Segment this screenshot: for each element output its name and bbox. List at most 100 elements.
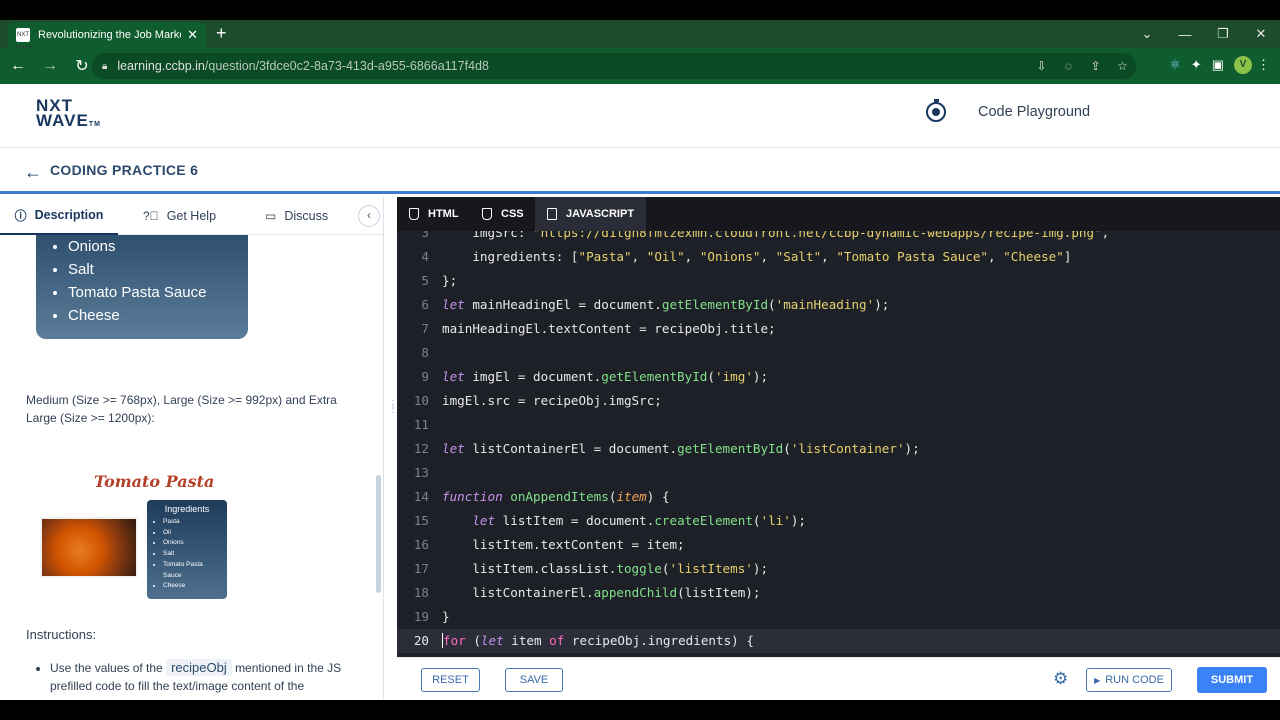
tab-discuss[interactable]: ▭ Discuss [265,197,328,235]
tab-html-label: HTML [428,208,459,220]
pasta-image [40,517,138,578]
bottom-letterbox [0,700,1280,720]
collapse-panel-button[interactable]: ‹ [358,205,380,227]
code-line: 6 let mainHeadingEl = document.getElement… [421,297,890,312]
code-line: 16 listItem.textContent = item; [413,537,685,552]
browser-tab-title: Revolutionizing the Job Market | [38,29,182,41]
play-icon: ▶ [1094,675,1101,685]
browser-tab[interactable]: NXT WAVE Revolutionizing the Job Market … [8,22,206,52]
address-bar[interactable]: 🔒︎ learning.ccbp.in/question/3fdce0c2-8a… [92,53,1136,79]
bullet-text-pre: Use the values of the [50,661,163,675]
recipeobj-code-chip: recipeObj [166,659,232,676]
recipe-card-preview: Onions Salt Tomato Pasta Sauce Cheese [36,235,248,339]
timer-icon [926,99,946,122]
code-line: 4 ingredients: ["Pasta", "Oil", "Onions"… [421,249,1072,264]
list-item: Oil [163,528,221,539]
nxtwave-logo[interactable]: NXT WAVETM [36,97,101,132]
run-code-button[interactable]: ▶ RUN CODE [1086,668,1172,692]
code-playground-label: Code Playground [978,104,1091,120]
instruction-bullet: Use the values of the recipeObj mentione… [36,659,356,695]
bookmark-star-icon[interactable]: ☆ [1109,59,1136,73]
tab-search-icon[interactable]: ⌄ [1128,26,1166,42]
tab-description-label: Description [34,208,104,222]
back-arrow-icon[interactable]: ← [24,162,42,183]
preview-ingredients-heading: Ingredients [164,504,210,514]
lock-icon[interactable]: 🔒︎ [102,61,107,72]
profile-avatar[interactable]: V [1234,56,1252,74]
list-item: Salt [68,258,248,281]
code-line: 15 let listItem = document.createElement… [413,513,807,528]
close-window-icon[interactable]: ✕ [1242,26,1280,42]
close-tab-icon[interactable]: ✕ [187,27,198,43]
site-header: NXT WAVETM Code Playground [0,84,1280,148]
code-line: 11 [413,417,429,432]
chat-icon: ▭ [265,209,277,223]
install-icon[interactable]: ⇩ [1028,59,1055,73]
code-line: 7 mainHeadingEl.textContent = recipeObj.t… [421,321,776,336]
description-tabs: ⓘ Description ?⃝ Get Help ▭ Discuss ‹ [0,197,383,235]
side-panel-icon[interactable]: ▣ [1212,57,1224,73]
instructions-heading: Instructions: [26,627,97,642]
tab-javascript-label: JAVASCRIPT [566,208,635,220]
description-scrollbar[interactable] [376,475,381,593]
favicon-icon: NXT WAVE [16,28,33,52]
preview-recipe-title: Tomato Pasta [94,472,215,491]
tab-html[interactable]: HTML [397,197,471,231]
tab-description[interactable]: ⓘ Description [0,197,118,235]
breakpoint-description: Medium (Size >= 768px), Large (Size >= 9… [26,393,337,425]
preview-ingredients-box: Ingredients Pasta Oil Onions Salt Tomato… [147,500,227,599]
js-file-icon [547,208,557,220]
restore-icon[interactable]: ❐ [1204,26,1242,42]
editor-footer: RESET SAVE ⚙ ▶ RUN CODE SUBMIT [397,657,1280,700]
code-line: 14 function onAppendItems(item) { [413,489,670,504]
code-line: 8 [421,345,429,360]
eye-off-icon[interactable]: ◌ [1055,59,1082,73]
tab-css[interactable]: CSS [470,197,536,231]
list-item: Onions [163,538,221,549]
code-editor: HTML CSS JAVASCRIPT 3 imgSrc: "https://d… [397,197,1280,657]
extensions-area: ⚛ ✦ ▣ V [1169,56,1252,74]
run-code-label: RUN CODE [1105,674,1164,686]
code-line: 17 listItem.classList.toggle('listItems'… [413,561,769,576]
tab-get-help[interactable]: ?⃝ Get Help [143,197,216,235]
code-line: 5}; [421,273,458,288]
list-item: Cheese [163,581,221,592]
list-item: Salt [163,549,221,560]
browser-toolbar: ← → ↻ 🔒︎ learning.ccbp.in/question/3fdce… [0,48,1280,84]
react-extension-icon[interactable]: ⚛ [1169,57,1181,73]
list-item: Cheese [68,304,248,327]
puzzle-extensions-icon[interactable]: ✦ [1191,57,1202,73]
code-line: 13 [413,465,429,480]
description-panel: ⓘ Description ?⃝ Get Help ▭ Discuss ‹ On… [0,197,384,700]
url-host: learning.ccbp.in [117,59,205,73]
code-playground-link[interactable]: Code Playground [926,99,1091,122]
practice-title: CODING PRACTICE 6 [50,162,199,178]
code-area[interactable]: 3 imgSrc: "https://d1tgh8fmlzexmh.cloudf… [397,231,1280,657]
back-icon[interactable]: ← [4,57,32,75]
tab-get-help-label: Get Help [166,209,217,223]
list-item: Tomato Pasta Sauce [163,560,221,581]
gear-icon[interactable]: ⚙ [1053,669,1068,689]
code-line: 12 let listContainerEl = document.getElem… [413,441,920,456]
reset-button[interactable]: RESET [421,668,480,692]
list-item: Onions [68,235,248,258]
menu-kebab-icon[interactable]: ⋮ [1257,57,1270,73]
chevron-left-icon: ‹ [367,208,371,222]
list-item: Tomato Pasta Sauce [68,281,248,304]
minimize-icon[interactable]: — [1166,27,1204,42]
tab-css-label: CSS [501,208,524,220]
logo-tm: TM [88,121,101,128]
tab-javascript[interactable]: JAVASCRIPT [535,197,647,231]
code-line: 10 imgEl.src = recipeObj.imgSrc; [413,393,662,408]
forward-icon[interactable]: → [36,57,64,75]
new-tab-icon[interactable]: + [216,23,227,44]
submit-button[interactable]: SUBMIT [1197,667,1267,693]
share-icon[interactable]: ⇪ [1082,59,1109,73]
code-line: 18 listContainerEl.appendChild(listItem)… [413,585,761,600]
page: NXT WAVETM Code Playground ← CODING PRAC… [0,84,1280,700]
code-line-current: 20 for (let item of recipeObj.ingredients… [397,629,1280,653]
tab-discuss-label: Discuss [284,209,329,223]
save-button[interactable]: SAVE [505,668,563,692]
browser-tab-strip: NXT WAVE Revolutionizing the Job Market … [0,20,1280,52]
code-line: 3 imgSrc: "https://d1tgh8fmlzexmh.cloudf… [421,231,1110,240]
